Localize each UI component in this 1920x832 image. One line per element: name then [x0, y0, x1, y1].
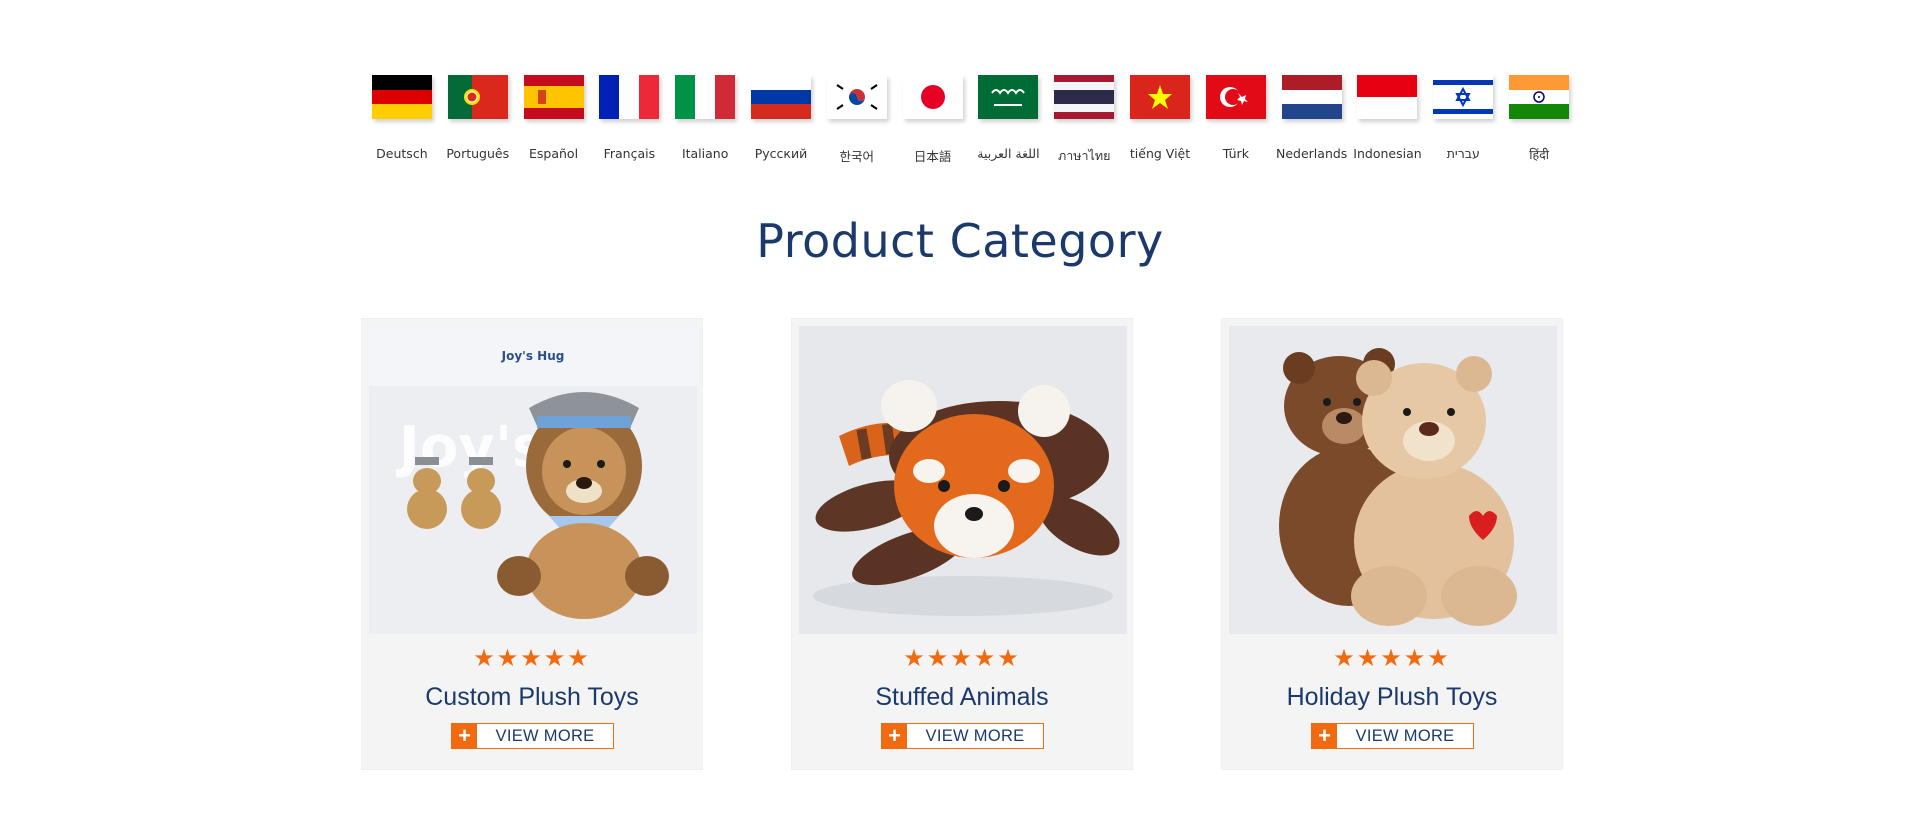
product-card-title[interactable]: Stuffed Animals [792, 683, 1132, 712]
language-label: Nederlands [1276, 146, 1348, 161]
language-label: tiếng Việt [1129, 146, 1191, 161]
brand-watermark: Joy's Hug [501, 349, 565, 363]
russia-flag-icon [750, 74, 811, 120]
rating-stars: ★★★★★ [473, 645, 591, 672]
view-more-label: VIEW MORE [495, 726, 595, 745]
language-label: Deutsch [376, 146, 428, 161]
language-item-russkiy[interactable]: Русский [743, 74, 819, 166]
language-label: 한국어 [839, 149, 875, 164]
view-more-label: VIEW MORE [925, 726, 1025, 745]
language-label: Türk [1222, 146, 1249, 161]
language-label: Русский [754, 146, 808, 161]
view-more-button[interactable]: + VIEW MORE [1311, 723, 1474, 749]
language-label: Español [529, 146, 579, 161]
spain-flag-icon [523, 74, 584, 120]
japan-flag-icon [902, 74, 963, 120]
vietnam-flag-icon [1130, 74, 1191, 120]
language-label: עברית [1446, 146, 1480, 161]
language-item-vietnamese[interactable]: tiếng Việt [1122, 74, 1198, 166]
product-card-title[interactable]: Holiday Plush Toys [1222, 683, 1562, 712]
netherlands-flag-icon [1281, 74, 1342, 120]
plus-icon: + [882, 724, 907, 748]
portugal-flag-icon [447, 74, 508, 120]
language-label: 日本語 [913, 149, 952, 164]
language-label: हिंदी [1529, 147, 1549, 162]
product-card-stuffed-animals[interactable]: ★★★★★ Stuffed Animals + VIEW MORE [791, 318, 1133, 770]
thailand-flag-icon [1054, 74, 1115, 120]
plus-icon: + [452, 724, 477, 748]
language-item-espanol[interactable]: Español [516, 74, 592, 166]
svg-text:Joy's: Joy's [395, 415, 545, 480]
rating-stars: ★★★★★ [1333, 645, 1451, 672]
italy-flag-icon [675, 74, 736, 120]
germany-flag-icon [371, 74, 432, 120]
plus-icon: + [1312, 724, 1337, 748]
view-more-button[interactable]: + VIEW MORE [881, 723, 1044, 749]
product-card-title[interactable]: Custom Plush Toys [362, 683, 702, 712]
product-card-holiday-plush-toys[interactable]: ★★★★★ Holiday Plush Toys + VIEW MORE [1221, 318, 1563, 770]
india-flag-icon [1509, 74, 1570, 120]
view-more-button[interactable]: + VIEW MORE [451, 723, 614, 749]
lion-plush-image[interactable]: Joy's Hug Joy's [369, 326, 697, 634]
view-more-label: VIEW MORE [1355, 726, 1455, 745]
language-label: Indonesian [1353, 146, 1422, 161]
language-item-hebrew[interactable]: עברית [1425, 74, 1501, 166]
language-label: Português [446, 146, 510, 161]
language-item-indonesian[interactable]: Indonesian [1350, 74, 1426, 166]
language-item-nederlands[interactable]: Nederlands [1274, 74, 1350, 166]
section-title: Product Category [756, 214, 1164, 268]
language-item-francais[interactable]: Français [591, 74, 667, 166]
language-item-turkish[interactable]: Türk [1198, 74, 1274, 166]
saudi-arabia-flag-icon [978, 74, 1039, 120]
language-item-japanese[interactable]: 日本語 [895, 74, 971, 166]
israel-flag-icon [1433, 74, 1494, 120]
language-item-thai[interactable]: ภาษาไทย [1046, 74, 1122, 166]
language-item-deutsch[interactable]: Deutsch [364, 74, 440, 166]
teddy-bears-image[interactable] [1229, 326, 1557, 634]
rating-stars: ★★★★★ [903, 645, 1021, 672]
language-label: Français [603, 146, 656, 161]
language-item-portugues[interactable]: Português [440, 74, 516, 166]
language-item-korean[interactable]: 한국어 [819, 74, 895, 166]
language-bar: Deutsch Português Español Français Itali… [364, 74, 1577, 166]
product-card-custom-plush-toys[interactable]: Joy's Hug Joy's ★★★★★ Custom Plush Toys … [361, 318, 703, 770]
language-label: ภาษาไทย [1058, 148, 1111, 163]
language-item-arabic[interactable]: اللغة العربية [971, 74, 1047, 166]
turkey-flag-icon [1205, 74, 1266, 120]
korea-flag-icon [826, 74, 887, 120]
language-item-hindi[interactable]: हिंदी [1501, 74, 1577, 166]
red-panda-plush-image[interactable] [799, 326, 1127, 634]
language-label: Italiano [681, 146, 729, 161]
language-label: اللغة العربية [977, 146, 1040, 161]
language-item-italiano[interactable]: Italiano [667, 74, 743, 166]
indonesia-flag-icon [1357, 74, 1418, 120]
france-flag-icon [599, 74, 660, 120]
